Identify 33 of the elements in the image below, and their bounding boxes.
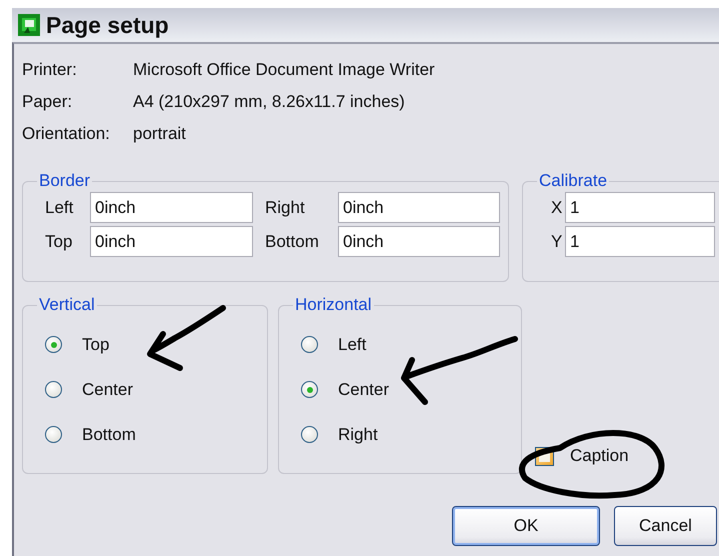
info-value: Microsoft Office Document Image Writer [133,60,435,80]
info-label: Paper: [22,92,74,112]
info-label: Orientation: [22,124,111,144]
field-label: X [551,198,564,218]
text-field[interactable]: 0inch [338,226,500,257]
window-title: Page setup [46,12,169,38]
radio-option[interactable]: Right [301,424,378,444]
text-field[interactable]: 0inch [90,226,253,257]
radio-option[interactable]: Top [45,334,110,354]
group-title: Border [38,170,92,192]
info-label: Printer: [22,60,78,80]
field-label: Bottom [265,232,320,252]
radio-option[interactable]: Left [301,334,366,354]
info-value: A4 (210x297 mm, 8.26x11.7 inches) [133,92,405,112]
info-value: portrait [133,124,186,144]
ok-button[interactable]: OK [452,506,600,546]
text-field[interactable]: 0inch [90,192,253,223]
radio-option[interactable]: Center [45,380,134,400]
caption-checkbox[interactable]: Caption [535,446,629,466]
text-field[interactable]: 0inch [338,192,500,223]
radio-option[interactable]: Bottom [45,424,136,444]
group-title: Vertical [38,294,96,316]
radio-option[interactable]: Center [301,380,390,400]
field-label: Left [45,198,74,218]
text-field[interactable]: 1 [565,226,715,257]
field-label: Y [551,232,564,252]
text-field[interactable]: 1 [565,192,715,223]
field-label: Top [45,232,74,252]
group-title: Calibrate [538,170,608,192]
app-icon [18,14,40,36]
field-label: Right [265,198,306,218]
group-title: Horizontal [294,294,373,316]
cancel-button[interactable]: Cancel [614,506,717,546]
